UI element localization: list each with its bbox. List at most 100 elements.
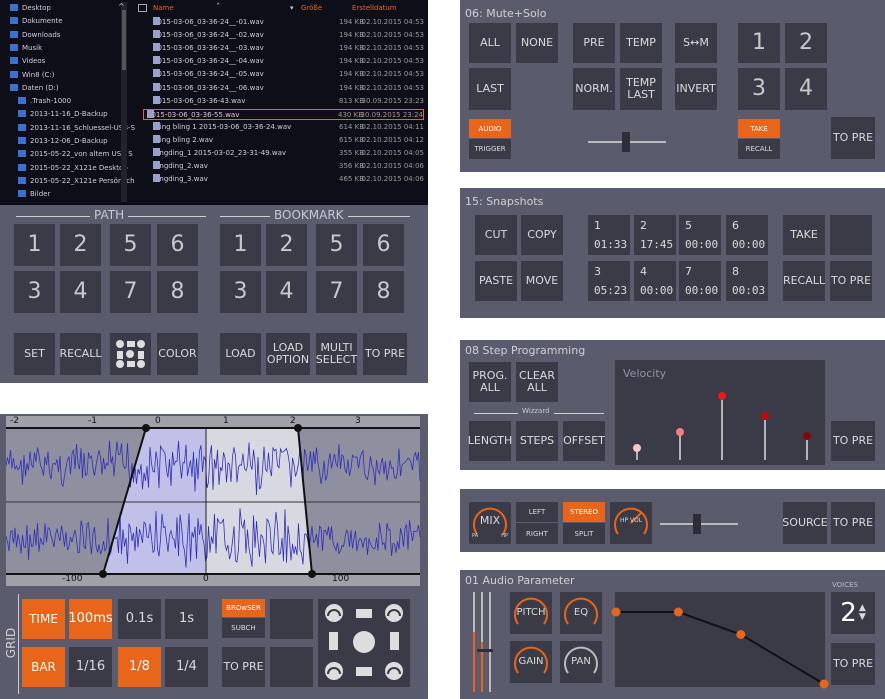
group-3-button[interactable]: 3 — [738, 68, 780, 110]
to-pre-button-snap[interactable]: TO PRE — [830, 261, 872, 301]
hp-vol-knob[interactable]: HP VOL — [610, 502, 652, 544]
color-button[interactable]: COLOR — [157, 333, 198, 375]
snapshot-slot[interactable]: 6 00:00 — [726, 215, 768, 255]
tree-item[interactable]: 2015-05-22_von altem USB S — [2, 149, 133, 160]
file-row[interactable]: 2015-03-06_03-36-24__-01.wav 194 KB 02.10.… — [150, 17, 424, 28]
snapshot-slot[interactable]: 1 01:33 — [588, 215, 630, 255]
pre-button[interactable]: PRE — [573, 23, 615, 63]
group-1-button[interactable]: 1 — [738, 23, 780, 63]
mute-slider-thumb[interactable] — [622, 132, 630, 152]
tree-item[interactable]: Daten (D:) — [2, 83, 59, 94]
pitch-knob[interactable]: PITCH — [510, 592, 552, 634]
time-button[interactable]: TIME — [22, 599, 65, 639]
hp-slider-thumb[interactable] — [693, 514, 701, 534]
tree-item[interactable]: Videos — [2, 56, 45, 67]
tree-item[interactable]: 2013-11-16_Schluessel-USB-S — [2, 123, 135, 134]
recall-toggle[interactable]: RECALL — [738, 139, 780, 159]
tree-item[interactable]: Downloads — [2, 30, 60, 41]
bookmark-button-8[interactable]: 8 — [363, 271, 404, 313]
multi-select-button[interactable]: MULTI SELECT — [316, 333, 357, 375]
tree-item[interactable]: 2013-11-16_D-Backup — [2, 109, 108, 120]
waveform-area[interactable] — [5, 416, 421, 586]
sort-icon[interactable]: ˆ — [216, 3, 221, 14]
path-button-3[interactable]: 3 — [14, 271, 55, 313]
snapshot-slot[interactable]: 5 00:00 — [679, 215, 721, 255]
paste-button[interactable]: PASTE — [475, 261, 517, 301]
tree-item[interactable]: Dokumente — [2, 16, 63, 27]
snapshot-slot[interactable]: 2 17:45 — [634, 215, 676, 255]
load-option-button[interactable]: LOAD OPTION — [266, 333, 310, 375]
tree-item[interactable]: Desktop — [2, 3, 51, 14]
prog-all-button[interactable]: PROG. ALL — [469, 362, 511, 402]
path-button-2[interactable]: 2 — [60, 224, 101, 266]
velocity-point[interactable] — [761, 412, 769, 420]
take-button[interactable]: TAKE — [783, 215, 825, 255]
file-row[interactable]: dingding_3.wav 465 KB 02.10.2015 04:06 — [150, 174, 424, 185]
level-meters[interactable] — [471, 592, 501, 692]
envelope-point[interactable] — [736, 630, 746, 639]
load-button[interactable]: LOAD — [220, 333, 261, 375]
col-size[interactable]: Größe — [301, 3, 322, 14]
envelope-editor[interactable] — [611, 592, 829, 689]
to-pre-button-audio[interactable]: TO PRE — [831, 643, 875, 685]
mix-knob[interactable]: MIX PA HP — [469, 502, 511, 544]
blank-snap-button[interactable] — [830, 215, 872, 255]
col-date[interactable]: Erstelldatum — [352, 3, 397, 14]
zoom-pad[interactable] — [318, 599, 410, 687]
tree-item[interactable]: Musik — [2, 43, 42, 54]
1s-button[interactable]: 1s — [165, 599, 208, 639]
to-pre-button-step[interactable]: TO PRE — [831, 421, 875, 461]
length-button[interactable]: LENGTH — [468, 421, 512, 461]
sort-arrow-icon[interactable]: ▾ — [290, 3, 294, 14]
snapshot-slot[interactable]: 4 00:00 — [634, 261, 676, 301]
envelope-handle[interactable] — [142, 424, 150, 432]
tree-scroll-thumb[interactable] — [122, 10, 126, 70]
file-row[interactable]: 2015-03-06_03-36-43.wav 813 KB 30.09.2015 … — [150, 95, 424, 107]
file-row[interactable]: 2015-03-06_03-36-24__-06.wav 194 KB 02.10.… — [150, 82, 424, 94]
bookmark-button-2[interactable]: 2 — [266, 224, 307, 266]
tree-item[interactable]: 2015-05-22_X121e Persönlich — [2, 176, 135, 187]
clear-all-button[interactable]: CLEAR ALL — [516, 362, 558, 402]
file-row[interactable]: dingding_1 2015-03-02_23-31-49.wav 355 KB… — [150, 148, 424, 159]
path-button-6[interactable]: 6 — [157, 224, 198, 266]
100ms-button[interactable]: 100ms — [68, 599, 113, 639]
snapshot-slot[interactable]: 7 00:00 — [679, 261, 721, 301]
path-button-8[interactable]: 8 — [157, 271, 198, 313]
to-pre-button-wave[interactable]: TO PRE — [222, 647, 265, 687]
copy-button[interactable]: COPY — [521, 215, 563, 255]
select-all-checkbox[interactable] — [138, 4, 147, 12]
bar-button[interactable]: BAR — [22, 647, 65, 687]
path-button-5[interactable]: 5 — [110, 224, 151, 266]
steps-button[interactable]: STEPS — [516, 421, 558, 461]
group-2-button[interactable]: 2 — [785, 23, 827, 63]
envelope-point[interactable] — [819, 679, 829, 689]
tree-item[interactable]: 2015-05-22_X121e Desktop — [2, 163, 128, 174]
blank-button-2[interactable] — [270, 647, 313, 687]
path-button-1[interactable]: 1 — [14, 224, 55, 266]
temp-last-button[interactable]: TEMP LAST — [620, 68, 662, 110]
split-toggle[interactable]: SPLIT — [563, 523, 605, 544]
tree-item[interactable]: 2013-12-06_D-Backup — [2, 136, 108, 147]
browser-toggle[interactable]: BROwSER — [222, 599, 265, 617]
solo-mute-button[interactable]: S↔M — [675, 23, 717, 63]
to-pre-button-mix[interactable]: TO PRE — [831, 502, 875, 544]
file-row[interactable]: 2015-03-06_03-36-24__-04.wav 194 KB 02.10.… — [150, 56, 424, 67]
envelope-handle[interactable] — [99, 570, 107, 578]
velocity-point[interactable] — [633, 444, 641, 452]
eq-knob[interactable]: EQ — [560, 592, 602, 634]
01s-button[interactable]: 0.1s — [118, 599, 161, 639]
path-button-7[interactable]: 7 — [110, 271, 151, 313]
move-button[interactable]: MOVE — [521, 261, 563, 301]
group-4-button[interactable]: 4 — [785, 68, 827, 110]
envelope-point[interactable] — [611, 607, 621, 617]
recall-button[interactable]: RECALL — [59, 333, 102, 375]
trigger-toggle[interactable]: TRIGGER — [469, 139, 511, 159]
col-name[interactable]: Name — [153, 3, 174, 14]
file-row[interactable]: 2015-03-06_03-36-55.wav 430 KB 30.09.2015 … — [143, 108, 424, 120]
tree-item[interactable]: Bilder — [2, 189, 50, 200]
bookmark-button-6[interactable]: 6 — [363, 224, 404, 266]
invert-button[interactable]: INVERT — [675, 68, 717, 110]
envelope-point[interactable] — [673, 607, 683, 617]
cut-button[interactable]: CUT — [475, 215, 517, 255]
right-toggle[interactable]: RIGHT — [516, 523, 558, 544]
